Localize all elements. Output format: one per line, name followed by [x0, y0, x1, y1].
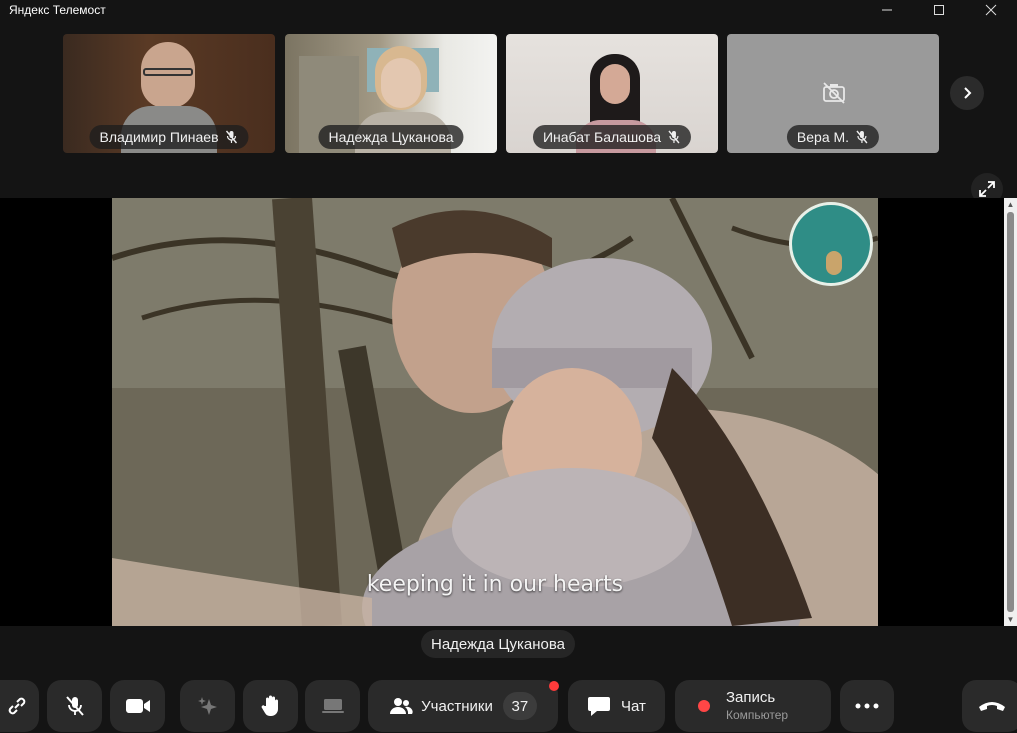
scrollbar[interactable]: ▲ ▼ — [1004, 198, 1017, 626]
scroll-up-icon[interactable]: ▲ — [1006, 200, 1015, 209]
close-button[interactable] — [965, 0, 1017, 20]
raise-hand-button[interactable] — [243, 680, 298, 732]
effects-button[interactable] — [180, 680, 235, 732]
close-icon — [985, 4, 997, 16]
leave-call-button[interactable] — [962, 680, 1017, 732]
title-bar: Яндекс Телемост — [0, 0, 1017, 20]
participant-name: Надежда Цуканова — [328, 129, 454, 145]
record-labels: Запись Компьютер — [726, 689, 788, 723]
participant-name-pill: Вера М. — [786, 125, 880, 149]
camera-icon — [125, 699, 150, 713]
expand-icon — [979, 181, 995, 197]
record-button[interactable]: Запись Компьютер — [675, 680, 831, 732]
participants-count-badge: 37 — [502, 692, 537, 720]
chevron-right-icon — [964, 87, 972, 99]
notification-dot — [549, 681, 559, 691]
hang-up-icon — [979, 702, 1005, 711]
chat-button[interactable]: Чат — [568, 680, 665, 732]
participants-button[interactable]: Участники 37 — [368, 680, 558, 732]
mic-off-icon — [667, 130, 681, 144]
main-stage: keeping it in our hearts — [0, 198, 1004, 626]
video-frame — [112, 198, 878, 626]
record-sublabel: Компьютер — [726, 707, 789, 722]
more-options-button[interactable] — [840, 680, 894, 732]
participant-tile[interactable]: Инабат Балашова — [506, 34, 718, 153]
microphone-toggle-button[interactable] — [47, 680, 102, 732]
scroll-down-icon[interactable]: ▼ — [1006, 615, 1015, 624]
copy-link-button[interactable] — [0, 680, 39, 732]
maximize-button[interactable] — [913, 0, 965, 20]
camera-off-icon — [822, 82, 846, 109]
participant-name-pill: Надежда Цуканова — [318, 125, 464, 149]
record-dot-icon — [698, 700, 710, 712]
raise-hand-icon — [261, 695, 278, 716]
mic-off-icon — [225, 130, 239, 144]
sparkle-icon — [197, 697, 217, 715]
video-subtitle: keeping it in our hearts — [366, 572, 624, 597]
people-icon — [390, 698, 413, 714]
next-participants-button[interactable] — [950, 76, 984, 110]
participant-tile[interactable]: Надежда Цуканова — [285, 34, 497, 153]
camera-toggle-button[interactable] — [110, 680, 165, 732]
mic-off-icon — [65, 696, 84, 716]
participant-name: Владимир Пинаев — [99, 129, 219, 145]
screen-share-icon — [321, 699, 344, 713]
window-controls — [861, 0, 1017, 20]
active-speaker-label: Надежда Цуканова — [421, 630, 575, 658]
maximize-icon — [934, 5, 944, 15]
participant-tile[interactable]: Вера М. — [727, 34, 939, 153]
participant-name: Вера М. — [796, 129, 850, 145]
minimize-button[interactable] — [861, 0, 913, 20]
minimize-icon — [882, 9, 892, 11]
participant-name: Инабат Балашова — [542, 129, 662, 145]
organization-logo — [789, 202, 873, 286]
participant-name-pill: Инабат Балашова — [532, 125, 692, 149]
participant-tile[interactable]: Владимир Пинаев — [63, 34, 275, 153]
chat-icon — [588, 697, 611, 716]
app-title: Яндекс Телемост — [9, 3, 106, 17]
chat-label: Чат — [621, 697, 646, 715]
link-icon — [8, 697, 25, 715]
record-label: Запись — [726, 689, 776, 707]
more-icon — [855, 703, 879, 709]
mic-off-icon — [855, 130, 869, 144]
participant-name-pill: Владимир Пинаев — [89, 125, 249, 149]
main-video[interactable]: keeping it in our hearts — [112, 198, 878, 626]
screen-share-button[interactable] — [305, 680, 360, 732]
scrollbar-thumb[interactable] — [1007, 212, 1014, 612]
participants-label: Участники — [421, 697, 493, 715]
